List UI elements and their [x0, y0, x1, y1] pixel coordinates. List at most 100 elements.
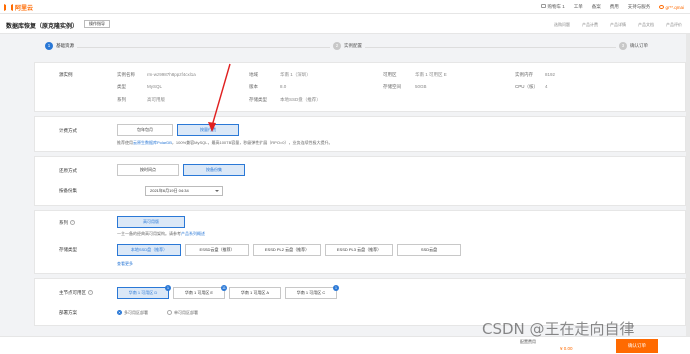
- version-key: 版本: [249, 84, 258, 89]
- storage-type-key: 存储类型: [249, 97, 267, 102]
- zone-d-option[interactable]: 华南 1 可用区 D 1: [117, 285, 171, 299]
- zone-e-option[interactable]: 华南 1 可用区 E 11: [173, 285, 227, 299]
- zone-d-badge: 1: [165, 285, 171, 291]
- storage-essd-pl3-option[interactable]: ESSD PL3 云盘（推荐）: [325, 244, 393, 256]
- guide-button[interactable]: 操作指导: [84, 20, 110, 28]
- storage-ssd-option[interactable]: SSD云盘: [397, 244, 461, 256]
- region-key: 地域: [249, 72, 258, 77]
- billing-label: 计费方式: [59, 128, 77, 133]
- backup-set-value: 2021年6月19日 04:34: [150, 188, 189, 193]
- restore-by-backup-option[interactable]: 按备份集: [183, 164, 245, 176]
- step-3: 3 确认订单: [616, 42, 651, 50]
- page-title: 数据库恢复（原克隆实例）: [6, 24, 79, 30]
- storage-more-link[interactable]: 查看更多: [117, 261, 133, 267]
- annotation-arrow: [208, 63, 231, 132]
- price-label: 配置费用: [520, 339, 536, 344]
- source-instance-panel: 源实例 实例名称 rm-wz9987h8ppzf4cxl1a 类型 MySQL …: [34, 62, 686, 112]
- link-docs[interactable]: 产品文档: [638, 22, 654, 28]
- storage-local-ssd-option[interactable]: 本地SSD盘（推荐）: [117, 244, 181, 256]
- cart-icon: [541, 4, 547, 8]
- zone-e-label: 华南 1 可用区 E: [184, 290, 214, 295]
- cpu-key: CPU（核）: [515, 84, 539, 89]
- memory-key: 实例内存: [515, 72, 533, 77]
- step-progress: 1 基础资源 2 实例配置 3 确认订单: [30, 42, 660, 54]
- deploy-single-zone-label: 单可用区部署: [174, 310, 198, 315]
- type-key: 类型: [117, 84, 126, 89]
- region-value: 华南 1（深圳）: [280, 72, 311, 77]
- step-3-number: 3: [619, 42, 627, 50]
- restore-by-time-option[interactable]: 按时间点: [117, 164, 179, 176]
- series-label: 系列: [59, 220, 68, 225]
- instance-name-key: 实例名称: [117, 72, 135, 77]
- cpu-value: 4: [545, 84, 548, 89]
- step-3-label: 确认订单: [630, 43, 648, 48]
- step-1-label: 基础资源: [56, 43, 74, 48]
- zone-c-option[interactable]: 华南 1 可用区 C 1: [285, 285, 339, 299]
- link-details[interactable]: 产品详情: [610, 22, 626, 28]
- chevron-down-icon: [215, 190, 219, 192]
- storage-space-key: 存储空间: [383, 84, 401, 89]
- zone-c-label: 华南 1 可用区 C: [296, 290, 326, 295]
- zone-d-label: 华南 1 可用区 D: [128, 290, 158, 295]
- instance-name-value: rm-wz9987h8ppzf4cxl1a: [147, 72, 196, 77]
- billing-note-suffix: ，100%兼容MySQL，最高100TB容量，秒级弹性扩展（RPO=0），业务连…: [171, 140, 333, 145]
- logo-icon: [4, 4, 13, 11]
- radio-empty-icon: [167, 310, 172, 316]
- series-row-label: 系列?: [59, 220, 75, 226]
- backup-set-label: 按备份集: [59, 188, 77, 193]
- support-link[interactable]: 支持与服务: [628, 4, 651, 10]
- zone-a-label: 华南 1 可用区 A: [240, 290, 270, 295]
- cost-link[interactable]: 费用: [610, 4, 619, 10]
- zone-value: 华南 1 可用区 E: [415, 72, 447, 77]
- storage-label: 存储类型: [59, 247, 77, 252]
- storage-space-value: 50GB: [415, 84, 427, 89]
- step-2: 2 实例配置: [330, 42, 365, 50]
- price-value: ¥ 0.00: [560, 346, 573, 351]
- cart-label: 购物车 1: [547, 4, 565, 9]
- deploy-single-zone-radio[interactable]: 单可用区部署: [167, 310, 198, 316]
- zone-c-badge: 1: [333, 285, 339, 291]
- series-note: 一主一备的经典高可用架构。请参考: [117, 231, 181, 236]
- deploy-multi-zone-label: 多可用区部署: [124, 310, 148, 315]
- radio-selected-icon: [117, 310, 122, 316]
- billing-subscription-option[interactable]: 包年包月: [117, 124, 173, 136]
- title-bar: 数据库恢复（原克隆实例） 操作指导 选购问题 产品计费 产品详情 产品文档 产品…: [0, 14, 690, 34]
- logo-text: 阿里云: [15, 6, 34, 12]
- backup-set-select[interactable]: 2021年6月19日 04:34: [145, 186, 223, 196]
- zone-row-label: 主节点可用区?: [59, 290, 93, 296]
- deploy-label: 部署方案: [59, 310, 77, 315]
- storage-essd-pl2-option[interactable]: ESSD PL2 云盘（推荐）: [253, 244, 321, 256]
- confirm-order-button[interactable]: 确认订单: [616, 339, 658, 353]
- step-1: 1 基础资源: [42, 42, 77, 50]
- memory-value: 8192: [545, 72, 556, 77]
- series-key: 系列: [117, 97, 126, 102]
- restore-panel: 还原方式 按时间点 按备份集 按备份集 2021年6月19日 04:34: [34, 156, 686, 206]
- link-faq[interactable]: 选购问题: [554, 22, 570, 28]
- source-label: 源实例: [59, 72, 73, 77]
- user-name: gr**.qmai: [665, 4, 684, 10]
- restore-label: 还原方式: [59, 168, 77, 173]
- polardb-link[interactable]: 云原生数据库PolarDB: [133, 140, 172, 145]
- version-value: 8.0: [280, 84, 287, 89]
- zone-a-option[interactable]: 华南 1 可用区 A: [229, 287, 281, 299]
- storage-essd-option[interactable]: ESSD云盘（推荐）: [185, 244, 249, 256]
- filing-link[interactable]: 备案: [592, 4, 601, 10]
- type-value: MySQL: [147, 84, 163, 89]
- link-billing[interactable]: 产品计费: [582, 22, 598, 28]
- csdn-watermark: CSDN @王在走向自律: [482, 320, 635, 338]
- step-1-number: 1: [45, 42, 53, 50]
- link-review[interactable]: 产品评价: [666, 22, 682, 28]
- series-ha-option[interactable]: 高可用版: [117, 216, 185, 228]
- help-icon[interactable]: ?: [70, 220, 75, 226]
- user-account[interactable]: gr**.qmai: [659, 4, 684, 10]
- billing-note-prefix: 推荐使用: [117, 140, 133, 145]
- aliyun-logo[interactable]: 阿里云: [4, 3, 33, 12]
- ticket-link[interactable]: 工单: [574, 4, 583, 10]
- top-navbar: 阿里云 购物车 1 工单 备案 费用 支持与服务 gr**.qmai: [0, 0, 690, 14]
- scrollbar[interactable]: [686, 34, 690, 354]
- series-overview-link[interactable]: 产品系列概述: [181, 231, 205, 236]
- cart-link[interactable]: 购物车 1: [541, 4, 565, 10]
- help-icon[interactable]: ?: [88, 290, 93, 296]
- series-storage-panel: 系列? 高可用版 一主一备的经典高可用架构。请参考产品系列概述 存储类型 本地S…: [34, 210, 686, 274]
- deploy-multi-zone-radio[interactable]: 多可用区部署: [117, 310, 148, 316]
